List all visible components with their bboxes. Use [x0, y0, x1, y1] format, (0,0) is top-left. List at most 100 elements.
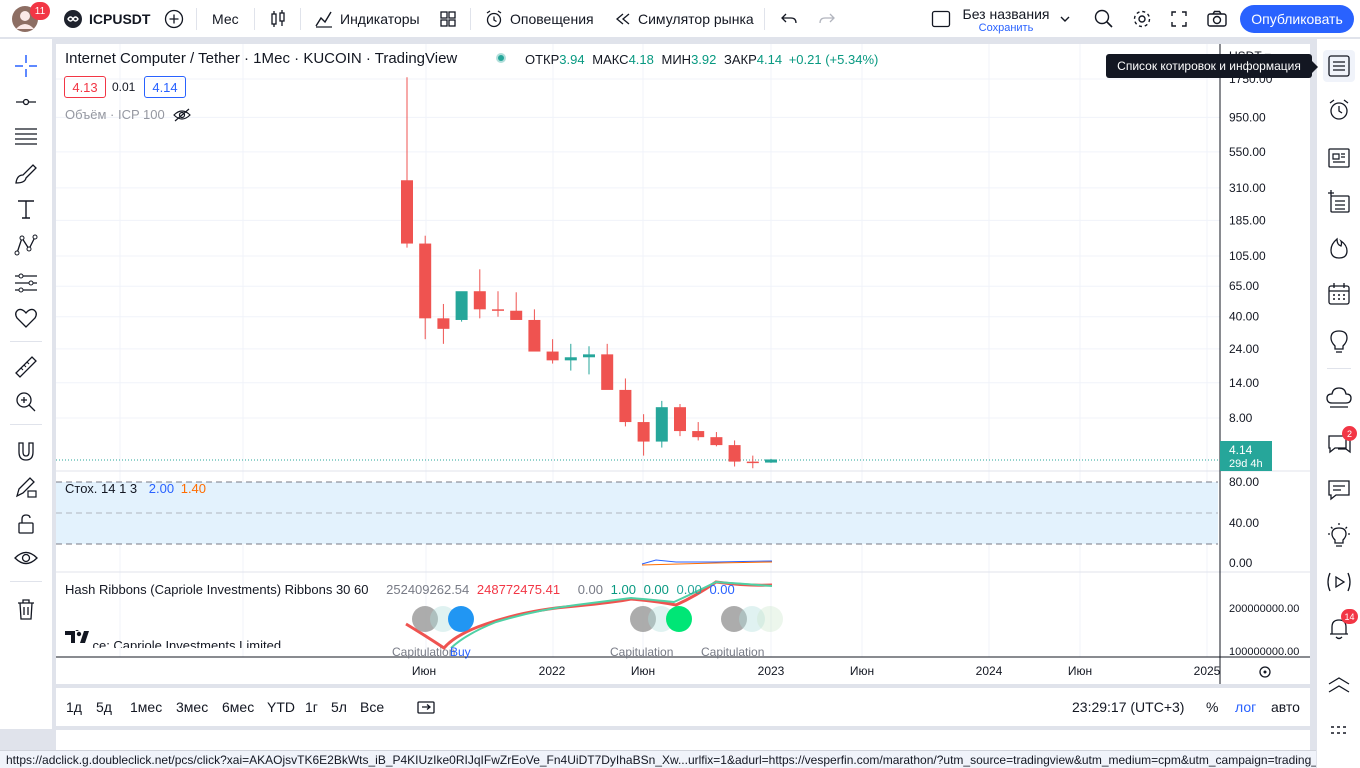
buy-ask-button[interactable]: 4.14	[144, 76, 186, 98]
range-button-2[interactable]: 1мес	[130, 699, 162, 715]
market-status-dot[interactable]	[496, 53, 506, 63]
undo-icon	[781, 13, 797, 24]
publish-button[interactable]: Опубликовать	[1240, 5, 1354, 33]
collapse-button[interactable]	[1323, 671, 1355, 703]
time-axis-label: Июн	[1068, 664, 1092, 678]
layout-dropdown[interactable]	[1058, 0, 1072, 38]
recovery-marker	[757, 606, 783, 632]
stoch-legend[interactable]: Стох. 14 1 3 2.00 1.40	[65, 481, 206, 496]
fullscreen-button[interactable]	[1169, 0, 1189, 38]
watchlist-button[interactable]	[1323, 50, 1355, 82]
streams-button[interactable]	[1323, 381, 1355, 413]
time-axis-label: Июн	[850, 664, 874, 678]
text-tool[interactable]	[11, 194, 41, 224]
more-button[interactable]	[1323, 719, 1355, 751]
forecast-tool[interactable]	[11, 268, 41, 298]
brush-tool[interactable]	[11, 159, 41, 189]
icons-tool[interactable]	[11, 303, 41, 333]
close-value: 4.14	[756, 52, 783, 67]
time-axis[interactable]: Июн 2022 Июн 2023 Июн 2024 Июн 2025	[412, 664, 1221, 678]
symbol-search[interactable]: ICPUSDT	[64, 0, 150, 38]
auto-toggle[interactable]: авто	[1271, 688, 1300, 726]
crosshair-tool[interactable]	[11, 51, 41, 81]
clock-timezone[interactable]: 23:29:17 (UTC+3)	[1072, 688, 1184, 726]
search-button[interactable]	[1093, 0, 1115, 38]
range-button-6[interactable]: 1г	[305, 699, 318, 715]
hash-legend[interactable]: Hash Ribbons (Capriole Investments) Ribb…	[65, 582, 735, 597]
top-toolbar: 11 ICPUSDT Мес Индикаторы Оповещения Сим…	[0, 0, 1360, 38]
brush-icon	[15, 164, 37, 184]
help-button[interactable]	[1323, 520, 1355, 552]
magnet-tool[interactable]	[11, 437, 41, 467]
range-button-0[interactable]: 1д	[66, 699, 82, 715]
fib-tool[interactable]	[11, 122, 41, 152]
lock-tool[interactable]	[11, 509, 41, 539]
snapshot-button[interactable]	[1206, 0, 1228, 38]
chart-type-button[interactable]	[268, 0, 288, 38]
range-button-7[interactable]: 5л	[331, 699, 347, 715]
candle-body	[692, 431, 705, 438]
eye-off-icon[interactable]	[172, 108, 191, 122]
plus-circle-icon	[164, 9, 184, 29]
pattern-tool[interactable]	[11, 231, 41, 261]
layout-name: Без названия	[962, 6, 1050, 22]
close-label: ЗАКР	[724, 52, 757, 67]
remove-drawings-tool[interactable]	[11, 594, 41, 624]
forecast-icon	[15, 273, 37, 293]
range-button-5[interactable]: YTD	[267, 699, 295, 715]
range-button-8[interactable]: Все	[360, 699, 384, 715]
axis-settings-button[interactable]	[1259, 666, 1271, 678]
hash-value-6: 0.00	[676, 582, 702, 597]
hash-value-5: 0.00	[643, 582, 669, 597]
compare-symbol-button[interactable]	[164, 0, 184, 38]
save-link[interactable]: Сохранить	[960, 22, 1052, 35]
range-button-3[interactable]: 3мес	[176, 699, 208, 715]
chart-title[interactable]: Internet Computer / Tether · 1Мес · KUCO…	[65, 50, 457, 67]
replay-button[interactable]: Симулятор рынка	[614, 0, 754, 38]
hide-drawings-tool[interactable]	[11, 543, 41, 573]
candle-body	[546, 351, 559, 361]
chart-area[interactable]: Capitulation Buy Capitulation Capitulati…	[56, 44, 1310, 684]
play-button[interactable]	[1323, 566, 1355, 598]
percent-toggle[interactable]: %	[1206, 688, 1218, 726]
alerts-label: Оповещения	[510, 11, 594, 27]
range-button-1[interactable]: 5д	[96, 699, 112, 715]
log-toggle[interactable]: лог	[1235, 688, 1256, 726]
price-axis[interactable]: 1750.00950.00550.00310.00185.00105.0065.…	[1229, 72, 1273, 425]
volume-legend[interactable]: Объём · ICP 100	[65, 107, 191, 122]
indicators-button[interactable]: Индикаторы	[314, 0, 420, 38]
news-button[interactable]	[1323, 142, 1355, 174]
volume-label: Объём · ICP 100	[65, 107, 165, 122]
goto-date-button[interactable]	[416, 688, 436, 726]
layout-name-block[interactable]: Без названия Сохранить	[960, 6, 1052, 35]
messages-button[interactable]	[1323, 474, 1355, 506]
hash-value-1: 252409262.54	[386, 582, 470, 597]
templates-button[interactable]	[438, 0, 458, 38]
heart-icon	[15, 308, 37, 328]
layout-checkbox[interactable]	[930, 0, 952, 38]
ideas-button[interactable]	[1323, 325, 1355, 357]
calendar-button[interactable]	[1323, 278, 1355, 310]
last-price-value: 4.14	[1229, 443, 1253, 457]
text-icon	[18, 200, 34, 219]
interval-button[interactable]: Мес	[212, 0, 239, 38]
hotlists-button[interactable]	[1323, 232, 1355, 264]
range-button-4[interactable]: 6мес	[222, 699, 254, 715]
trash-icon	[18, 599, 34, 620]
bulb-rays-icon	[1328, 523, 1350, 547]
trend-line-tool[interactable]	[11, 87, 41, 117]
alerts-button[interactable]: Оповещения	[484, 0, 594, 38]
sell-bid-button[interactable]: 4.13	[64, 76, 106, 98]
stay-drawing-tool[interactable]	[11, 472, 41, 502]
price-axis-label: 40.00	[1229, 310, 1259, 324]
high-value: 4.18	[628, 52, 654, 67]
add-list-button[interactable]	[1323, 186, 1355, 218]
undo-button[interactable]	[779, 0, 799, 38]
redo-button[interactable]	[817, 0, 837, 38]
settings-button[interactable]	[1131, 0, 1153, 38]
zoom-tool[interactable]	[11, 387, 41, 417]
measure-tool[interactable]	[11, 352, 41, 382]
list-icon	[1328, 55, 1350, 77]
tradingview-logo[interactable]	[65, 626, 93, 648]
alerts-panel-button[interactable]	[1323, 94, 1355, 126]
